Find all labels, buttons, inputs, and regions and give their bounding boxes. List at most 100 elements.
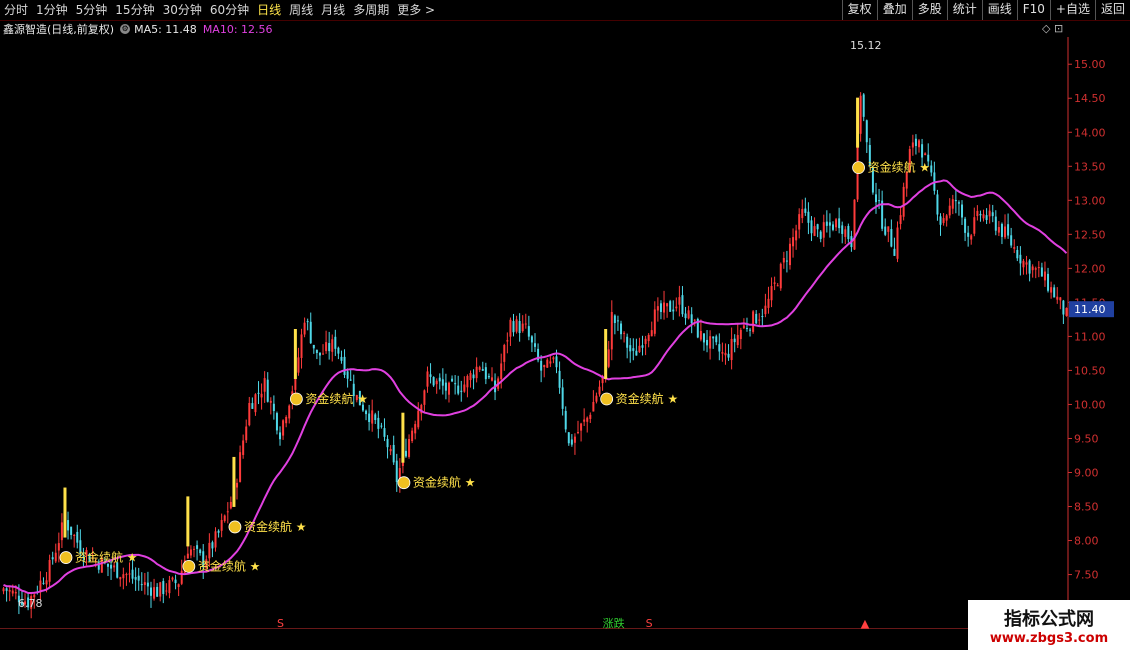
signal-volume-bar [232, 456, 236, 507]
candle-body [635, 350, 638, 356]
tool-button-6[interactable]: +自选 [1049, 0, 1095, 20]
candle-body [334, 336, 337, 349]
candle-body [770, 286, 773, 301]
period-tab-2[interactable]: 5分钟 [72, 0, 112, 20]
candle-body [309, 321, 312, 344]
candle-body [340, 356, 343, 361]
y-tick-label: 10.00 [1074, 398, 1106, 411]
money-bag-icon [182, 559, 196, 573]
candle-body [377, 417, 380, 429]
candle-body [930, 165, 933, 173]
period-tab-6[interactable]: 日线 [253, 0, 285, 20]
candle-body [899, 215, 902, 224]
candle-body [577, 432, 580, 434]
tool-button-0[interactable]: 复权 [841, 0, 877, 20]
candle-body [168, 580, 171, 594]
tool-button-4[interactable]: 画线 [981, 0, 1017, 20]
candle-body [349, 379, 352, 381]
candle-body [828, 222, 831, 226]
money-bag-icon [852, 161, 865, 175]
candle-body [374, 414, 377, 421]
period-tab-4[interactable]: 30分钟 [159, 0, 206, 20]
signal-label: 资金续航 ★ [413, 475, 476, 490]
candle-body [239, 452, 242, 482]
tool-button-7[interactable]: 返回 [1094, 0, 1130, 20]
candle-body [623, 332, 626, 334]
period-tab-0[interactable]: 分时 [0, 0, 32, 20]
signal-volume-bar [401, 412, 405, 463]
chart-option-icons[interactable]: ◇ ⊡ [1042, 22, 1063, 35]
candle-body [441, 379, 444, 386]
candle-body [779, 263, 782, 289]
period-tab-5[interactable]: 60分钟 [206, 0, 253, 20]
candle-body [847, 225, 850, 240]
candle-body [42, 582, 45, 584]
candle-body [1031, 266, 1034, 271]
candle-body [506, 340, 509, 342]
candlestick-chart[interactable]: 15.0014.5014.0013.5013.0012.5012.0011.50… [0, 37, 1130, 629]
candle-body [976, 210, 979, 217]
candle-body [11, 590, 14, 594]
period-tab-3[interactable]: 15分钟 [111, 0, 158, 20]
candle-body [767, 298, 770, 308]
candle-body [561, 387, 564, 409]
y-tick-label: 8.50 [1074, 501, 1099, 514]
period-tab-9[interactable]: 多周期 [349, 0, 393, 20]
candle-body [712, 336, 715, 339]
candle-body [217, 530, 220, 533]
candle-body [432, 377, 435, 386]
candle-body [325, 342, 328, 352]
candle-body [257, 392, 260, 394]
period-tab-7[interactable]: 周线 [285, 0, 317, 20]
candle-body [162, 581, 165, 595]
candle-body [328, 343, 331, 352]
y-tick-label: 9.50 [1074, 432, 1099, 445]
candle-body [810, 220, 813, 234]
candle-body [678, 297, 681, 305]
candle-body [844, 229, 847, 237]
candle-body [153, 587, 156, 599]
candle-body [57, 543, 60, 551]
candle-body [67, 520, 70, 531]
tool-button-1[interactable]: 叠加 [876, 0, 912, 20]
period-tab-10[interactable]: 更多 > [393, 0, 439, 20]
candle-body [189, 549, 192, 556]
candle-body [417, 410, 420, 428]
tool-button-3[interactable]: 统计 [946, 0, 982, 20]
candle-body [552, 357, 555, 360]
ma10-label: MA10: 12.56 [202, 22, 273, 36]
candle-body [73, 534, 76, 536]
tool-button-2[interactable]: 多股 [911, 0, 947, 20]
candle-body [699, 330, 702, 340]
candle-body [122, 574, 125, 579]
candle-body [742, 325, 745, 329]
candle-body [549, 361, 552, 364]
candle-body [638, 345, 641, 353]
signal-volume-bar [186, 496, 190, 547]
candle-body [788, 243, 791, 266]
candle-body [365, 410, 368, 415]
tool-button-5[interactable]: F10 [1016, 0, 1050, 20]
bottom-marker: ▲ [861, 617, 870, 629]
candle-body [518, 321, 521, 333]
settings-icon[interactable]: ⚙ [120, 24, 131, 34]
candle-body [973, 217, 976, 234]
candle-body [242, 440, 245, 455]
candle-body [613, 315, 616, 324]
candle-body [878, 200, 881, 202]
candle-body [1034, 268, 1037, 270]
candle-body [454, 383, 457, 385]
candle-body [346, 371, 349, 379]
candle-body [297, 357, 300, 373]
candle-body [724, 352, 727, 356]
candle-body [644, 338, 647, 344]
money-bag-icon [397, 476, 411, 490]
period-tab-8[interactable]: 月线 [317, 0, 349, 20]
candle-body [1000, 223, 1003, 237]
candle-body [1013, 247, 1016, 249]
candle-body [411, 430, 414, 442]
candle-body [530, 336, 533, 343]
period-tab-1[interactable]: 1分钟 [32, 0, 72, 20]
candle-body [481, 369, 484, 371]
candle-body [988, 210, 991, 217]
